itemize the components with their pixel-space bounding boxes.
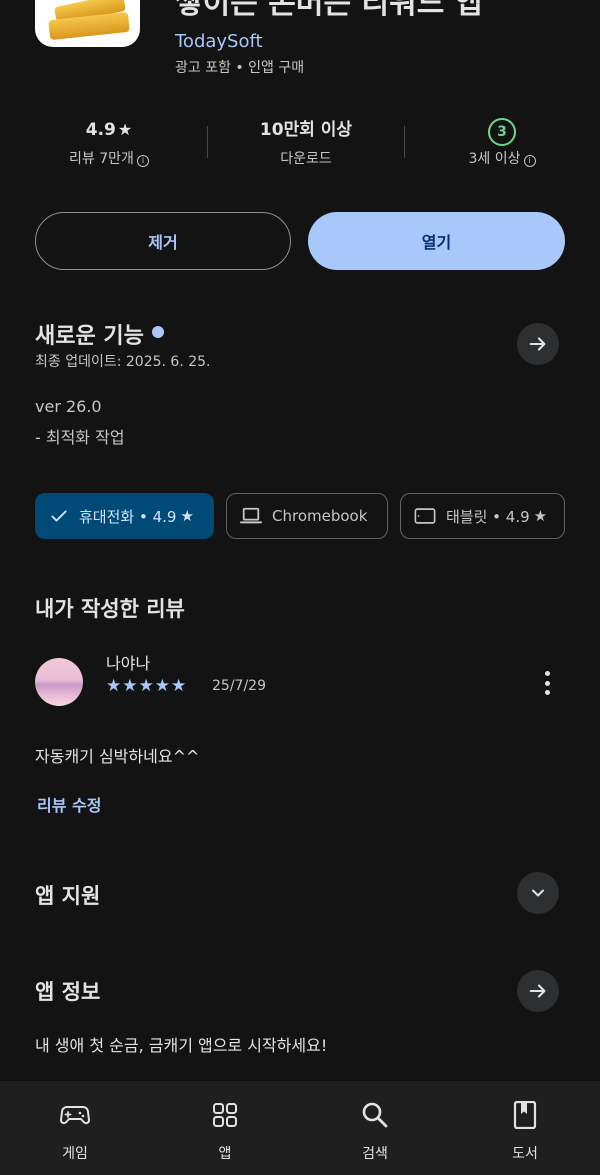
reviewer-name: 나야나 xyxy=(106,654,151,673)
uninstall-button[interactable]: 제거 xyxy=(35,212,291,270)
downloads-stat: 10만회 이상 다운로드 xyxy=(226,118,386,168)
search-icon xyxy=(362,1102,388,1128)
nav-apps[interactable]: 앱 xyxy=(150,1081,300,1175)
divider xyxy=(404,126,405,158)
apps-grid-icon xyxy=(213,1103,237,1127)
new-indicator-dot xyxy=(152,326,164,338)
open-button[interactable]: 열기 xyxy=(308,212,565,270)
avatar xyxy=(35,658,83,706)
more-vert-icon xyxy=(544,671,550,676)
app-support-expand-button[interactable] xyxy=(517,872,559,914)
app-info-title: 앱 정보 xyxy=(35,980,101,1004)
edit-review-link[interactable]: 리뷰 수정 xyxy=(37,792,101,816)
gamepad-icon xyxy=(60,1106,90,1125)
nav-books-label: 도서 xyxy=(512,1146,538,1162)
star-icon: ★ xyxy=(533,507,548,525)
chip-phone[interactable]: 휴대전화 • 4.9 ★ xyxy=(35,493,214,539)
tablet-icon xyxy=(414,508,436,524)
app-meta: 광고 포함 • 인앱 구매 xyxy=(175,60,305,76)
chip-chromebook-label: Chromebook xyxy=(272,507,368,525)
downloads-value: 10만회 이상 xyxy=(259,120,353,140)
rating-label: 리뷰 7만개 xyxy=(69,151,134,167)
last-updated: 최종 업데이트: 2025. 6. 25. xyxy=(35,354,211,370)
star-icon: ★ xyxy=(180,507,194,525)
bottom-nav: 게임 앱 검색 도서 xyxy=(0,1081,600,1175)
chip-chromebook[interactable]: Chromebook xyxy=(226,493,388,539)
age-rating-stat[interactable]: 3 3세 이상 i xyxy=(440,118,564,168)
divider xyxy=(207,126,208,158)
rating-value: 4.9 xyxy=(85,120,116,140)
book-icon xyxy=(513,1101,537,1129)
nav-apps-label: 앱 xyxy=(218,1146,232,1162)
developer-link[interactable]: TodaySoft xyxy=(175,31,263,52)
info-icon: i xyxy=(523,155,536,167)
chevron-down-icon xyxy=(532,889,544,897)
nav-games-label: 게임 xyxy=(62,1146,88,1162)
star-icon: ★ xyxy=(117,120,133,139)
laptop-icon xyxy=(240,507,262,524)
app-icon xyxy=(35,0,140,47)
age-rating-label: 3세 이상 xyxy=(468,151,521,167)
whats-new-title: 새로운 기능 xyxy=(35,324,144,349)
arrow-right-icon xyxy=(529,984,546,998)
chip-tablet[interactable]: 태블릿 • 4.9 ★ xyxy=(400,493,565,539)
app-info-arrow-button[interactable] xyxy=(517,970,559,1012)
age-rating-badge: 3 xyxy=(488,118,516,146)
nav-games[interactable]: 게임 xyxy=(0,1081,150,1175)
review-date: 25/7/29 xyxy=(212,678,266,694)
nav-search-label: 검색 xyxy=(362,1146,388,1162)
more-options-button[interactable] xyxy=(536,668,558,698)
whats-new-arrow-button[interactable] xyxy=(517,323,559,365)
app-description: 내 생애 첫 순금, 금캐기 앱으로 시작하세요! xyxy=(35,1036,328,1055)
downloads-label: 다운로드 xyxy=(280,151,332,167)
app-support-title: 앱 지원 xyxy=(35,884,101,908)
review-text: 자동캐기 심박하네요^^ xyxy=(35,747,200,766)
app-title: 쌓이는 돈버는 리워드 앱 xyxy=(175,0,483,21)
chip-tablet-label: 태블릿 • 4.9 xyxy=(446,507,530,526)
my-review-title: 내가 작성한 리뷰 xyxy=(35,597,185,621)
info-icon: i xyxy=(136,155,149,167)
arrow-right-icon xyxy=(529,337,546,351)
changelog-text: - 최적화 작업 xyxy=(35,428,125,447)
check-icon xyxy=(51,510,67,522)
chip-phone-label: 휴대전화 • 4.9 xyxy=(79,507,177,526)
nav-books[interactable]: 도서 xyxy=(450,1081,600,1175)
review-stars: ★★★★★ xyxy=(106,676,188,696)
rating-stat[interactable]: 4.9 ★ 리뷰 7만개 i xyxy=(50,118,168,168)
nav-search[interactable]: 검색 xyxy=(300,1081,450,1175)
version-text: ver 26.0 xyxy=(35,397,102,416)
